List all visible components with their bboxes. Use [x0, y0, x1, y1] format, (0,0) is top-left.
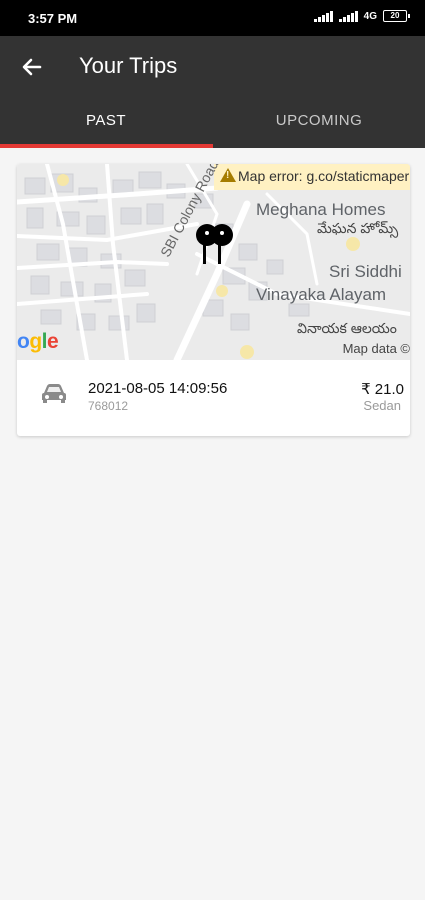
- back-button[interactable]: [18, 53, 46, 81]
- status-time: 3:57 PM: [28, 11, 78, 26]
- trip-details: 2021-08-05 14:09:56 768012 ₹ 21.0 Sedan: [17, 360, 410, 436]
- map-error-text: Map error: g.co/staticmaperror: [238, 168, 410, 184]
- map-attribution: Map data ©: [342, 341, 410, 356]
- map-error-banner: Map error: g.co/staticmaperror: [214, 164, 410, 190]
- tab-indicator: [0, 144, 213, 148]
- network-type: 4G: [363, 10, 377, 22]
- trip-map: Map error: g.co/staticmaperror Meghana H…: [17, 164, 410, 360]
- status-bar: 3:57 PM 4G 20: [0, 0, 425, 36]
- arrow-back-icon: [22, 58, 42, 76]
- trip-fare: ₹ 21.0: [361, 381, 404, 398]
- signal-icon: [313, 10, 333, 22]
- tab-upcoming[interactable]: UPCOMING: [213, 106, 425, 146]
- signal-icon-2: [338, 10, 358, 22]
- map-label-place2-line2: Vinayaka Alayam: [256, 285, 387, 304]
- vehicle-type: Sedan: [363, 398, 401, 413]
- google-logo: ogle: [17, 330, 59, 353]
- page-title: Your Trips: [79, 53, 178, 78]
- map-label-place1: Meghana Homes: [256, 200, 386, 219]
- trip-card[interactable]: Map error: g.co/staticmaperror Meghana H…: [17, 164, 410, 436]
- app-bar: Your Trips PAST UPCOMING: [0, 36, 425, 148]
- trip-id: 768012: [88, 399, 129, 413]
- tab-past[interactable]: PAST: [0, 106, 212, 146]
- car-icon: [42, 384, 66, 403]
- status-icons: 4G 20: [313, 10, 410, 22]
- battery-icon: 20: [383, 10, 410, 22]
- map-label-place2-telugu: వినాయక ఆలయం: [297, 320, 397, 336]
- trip-datetime: 2021-08-05 14:09:56: [88, 380, 228, 397]
- warning-icon: [220, 168, 236, 182]
- map-label-place2-line1: Sri Siddhi: [329, 262, 402, 281]
- map-label-place1-telugu: మేఘన హోమ్స్: [317, 220, 399, 236]
